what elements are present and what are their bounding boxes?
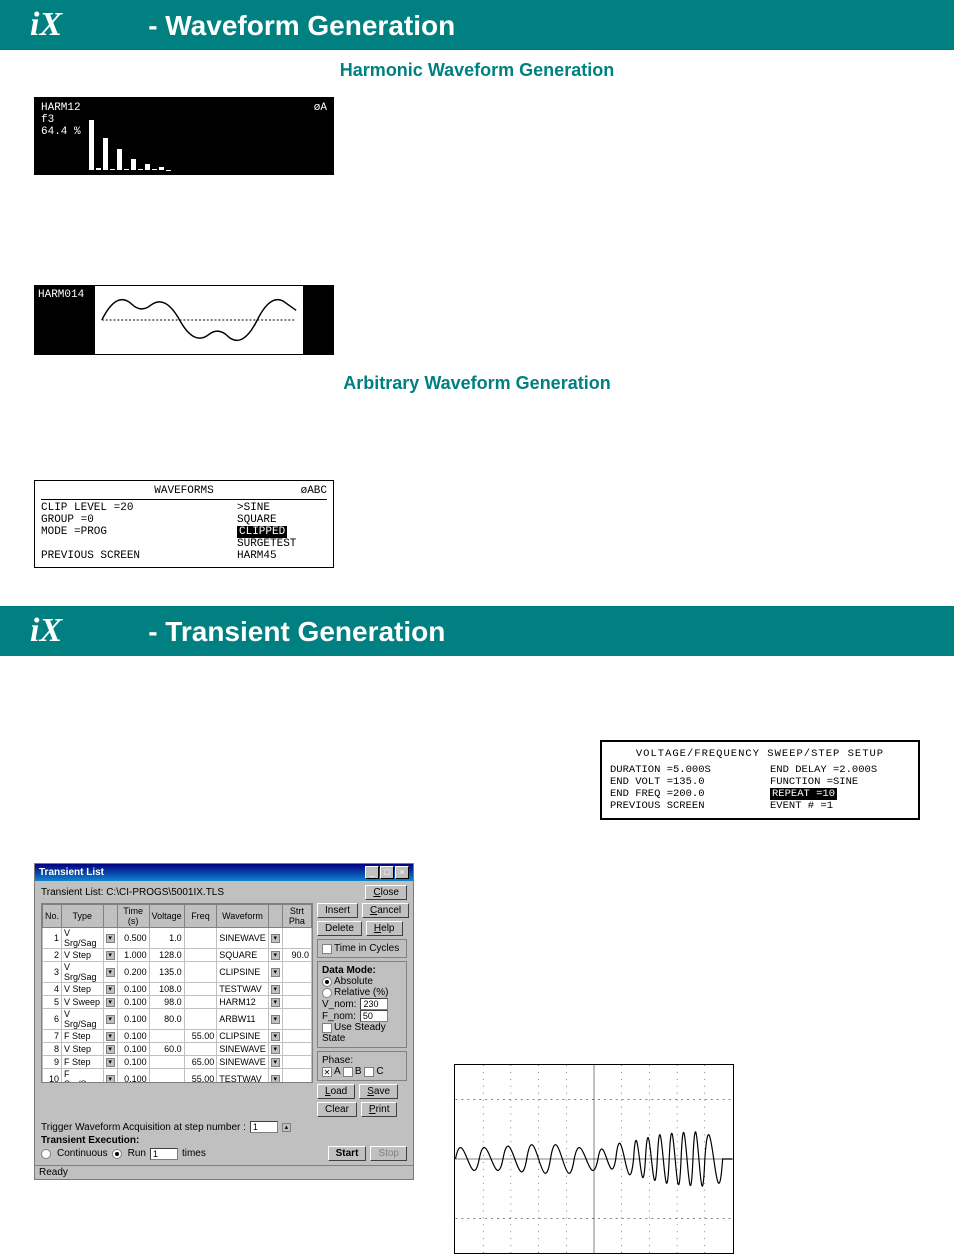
phase-c-checkbox[interactable]: [364, 1067, 374, 1077]
series-label-2: Series: [70, 620, 142, 648]
phase-a-checkbox[interactable]: ✕: [322, 1067, 332, 1077]
table-row[interactable]: 8V Step▾ 0.10060.0 SINEWAVE▾: [43, 1043, 312, 1056]
save-button[interactable]: Save: [359, 1084, 398, 1099]
waveforms-right[interactable]: >SINE SQUARE CLIPPED SURGETEST HARM45: [237, 502, 327, 562]
trans-p3: List transients can be up to 100 steps l…: [34, 779, 576, 826]
ss-checkbox[interactable]: [322, 1023, 332, 1033]
tlist-path: Transient List: C:\CI-PROGS\5001IX.TLS: [41, 887, 224, 898]
print-button[interactable]: Print: [361, 1102, 398, 1117]
start-button[interactable]: Start: [328, 1146, 367, 1161]
dialog-titlebar[interactable]: Transient List _ □ ×: [35, 864, 413, 881]
table-row[interactable]: 6V Srg/Sag▾ 0.10080.0 ARBW11▾: [43, 1009, 312, 1030]
banner-transient: iX Series - Transient Generation: [0, 606, 954, 656]
help-button[interactable]: Help: [366, 921, 403, 936]
trans-p6: During transient execution, the iX Serie…: [454, 918, 920, 965]
harm-para-3: Harmonic waveforms may be assigned to al…: [358, 222, 920, 269]
table-row[interactable]: 3V Srg/Sag▾ 0.200135.0 CLIPSINE▾: [43, 962, 312, 983]
harm-para-2: Waveforms can be viewed in the time or h…: [358, 183, 920, 214]
arb-para-2: Up to 200 user defined waveforms may be …: [358, 410, 920, 457]
lcd-sweep-setup: VOLTAGE/FREQUENCY SWEEP/STEP SETUP DURAT…: [600, 740, 920, 820]
table-row[interactable]: 7F Step▾ 0.10055.00 CLIPSINE▾: [43, 1030, 312, 1043]
sweep-title: VOLTAGE/FREQUENCY SWEEP/STEP SETUP: [610, 748, 910, 760]
harm12-bars: [87, 120, 305, 170]
run-radio[interactable]: [112, 1149, 122, 1159]
ix-logo: iX: [30, 6, 62, 44]
banner-title: - Waveform Generation: [148, 10, 455, 42]
trans-p1: The iX Series has a powerful AC/DC trans…: [34, 670, 576, 717]
spinner-up-icon[interactable]: ▴: [282, 1123, 291, 1132]
run-count-field[interactable]: 1: [150, 1148, 178, 1160]
maximize-icon[interactable]: □: [380, 866, 394, 879]
delete-button[interactable]: Delete: [317, 921, 362, 936]
trigger-step-field[interactable]: 1: [250, 1121, 278, 1133]
waveforms-phase: øABC: [301, 485, 327, 497]
lcd-edge: [304, 285, 334, 355]
trans-p4: The iX Series controller allows 16 setup…: [600, 670, 920, 732]
harm12-label: HARM12: [41, 102, 81, 114]
trans-p2: When combined with the multiphase arbitr…: [34, 724, 576, 771]
table-row[interactable]: 4V Step▾ 0.100108.0 TESTWAV▾: [43, 983, 312, 996]
banner-title-2: - Transient Generation: [148, 616, 445, 648]
waveforms-title: WAVEFORMS: [154, 485, 213, 497]
scope-waveform: [454, 1064, 734, 1254]
insert-button[interactable]: Insert: [317, 903, 358, 918]
banner-waveform: iX Series - Waveform Generation: [0, 0, 954, 50]
minimize-icon[interactable]: _: [365, 866, 379, 879]
abs-radio[interactable]: [322, 977, 332, 987]
transient-table[interactable]: No.Type Time (s)VoltageFreq WaveformStrt…: [41, 903, 313, 1083]
lcd-harm014: HARM014: [34, 285, 334, 355]
lcd-waveforms-menu: WAVEFORMS øABC CLIP LEVEL =20 GROUP =0 M…: [34, 480, 334, 567]
cycles-checkbox[interactable]: [322, 944, 332, 954]
sweep-right: END DELAY =2.000S FUNCTION =SINE REPEAT …: [770, 764, 910, 812]
status-bar: Ready: [35, 1165, 413, 1179]
trans-p5: Transient list programming is easily acc…: [454, 863, 920, 910]
harmonic-heading: Harmonic Waveform Generation: [0, 60, 954, 81]
lcd-harm12: HARM12 øA f3 64.4 %: [34, 97, 334, 175]
table-row[interactable]: 9F Step▾ 0.10065.00 SINEWAVE▾: [43, 1056, 312, 1069]
harm-para-1: For all AC applications, 4 standard wave…: [358, 97, 920, 175]
load-button[interactable]: Load: [317, 1084, 355, 1099]
harm12-phase: øA: [314, 102, 327, 114]
series-label: Series: [70, 14, 142, 42]
phase-b-checkbox[interactable]: [343, 1067, 353, 1077]
table-row[interactable]: 10F Srg/Sag▾ 0.10055.00 TESTWAV▾: [43, 1069, 312, 1084]
table-row[interactable]: 2V Step▾ 1.000128.0 SQUARE▾90.0: [43, 949, 312, 962]
continuous-radio[interactable]: [41, 1149, 51, 1159]
transient-list-dialog: Transient List _ □ × Transient List: C:\…: [34, 863, 414, 1180]
close-icon[interactable]: ×: [395, 866, 409, 879]
arb-para-1: Arbitrary waveforms may be downloaded th…: [34, 410, 334, 472]
dialog-title: Transient List: [39, 867, 104, 878]
rel-radio[interactable]: [322, 988, 332, 998]
stop-button[interactable]: Stop: [370, 1146, 407, 1161]
clear-button[interactable]: Clear: [317, 1102, 357, 1117]
trans-p7: A typical complex voltage and frequency …: [454, 972, 920, 1034]
sweep-left: DURATION =5.000S END VOLT =135.0 END FRE…: [610, 764, 750, 812]
table-row[interactable]: 5V Sweep▾ 0.10098.0 HARM12▾: [43, 996, 312, 1009]
ix-logo-2: iX: [30, 612, 62, 650]
harm014-label: HARM014: [34, 285, 94, 355]
arb-heading: Arbitrary Waveform Generation: [0, 373, 954, 394]
table-row[interactable]: 1V Srg/Sag▾ 0.5001.0 SINEWAVE▾: [43, 928, 312, 949]
cancel-button[interactable]: Cancel: [362, 903, 409, 918]
close-button[interactable]: Close: [365, 885, 407, 900]
harm014-graph: [94, 285, 304, 355]
fnom-field[interactable]: 50: [360, 1010, 388, 1022]
vnom-field[interactable]: 230: [360, 998, 388, 1010]
waveforms-left: CLIP LEVEL =20 GROUP =0 MODE =PROG PREVI…: [41, 502, 237, 562]
arb-para-3: Any waveform, whether user defined or st…: [358, 465, 920, 527]
